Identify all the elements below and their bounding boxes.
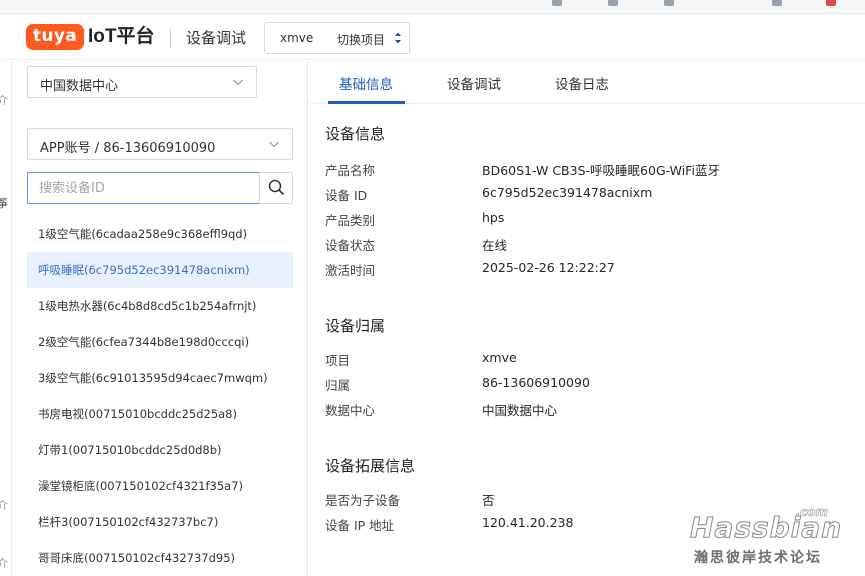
app-header: tuya IoT平台 设备调试 xmve 切换项目 xyxy=(0,14,865,60)
toolbar-icon[interactable] xyxy=(772,0,782,6)
datacenter-select[interactable]: 中国数据中心 xyxy=(27,66,257,98)
device-list-item[interactable]: 哥哥床底(007150102cf432737d95) xyxy=(27,540,293,576)
device-detail-panel: 基础信息 设备调试 设备日志 设备信息 产品名称 BD60S1-W CB3S-呼… xyxy=(309,60,865,576)
info-value: hps xyxy=(482,210,505,225)
info-value: 否 xyxy=(482,493,495,508)
account-select[interactable]: APP账号 / 86-13606910090 xyxy=(27,128,293,160)
device-list-item[interactable]: 1级电热水器(6c4b8d8cd5c1b254afrnjt) xyxy=(27,288,293,324)
toolbar-icon[interactable] xyxy=(664,0,674,6)
info-row-datacenter: 数据中心 中国数据中心 xyxy=(325,400,845,420)
device-search-field[interactable] xyxy=(27,172,260,204)
top-toolbar-strip xyxy=(0,0,865,14)
notification-icon[interactable] xyxy=(826,0,836,6)
info-value: 2025-02-26 12:22:27 xyxy=(482,260,615,275)
info-row-device-id: 设备 ID 6c795d52ec391478acnixm xyxy=(325,185,845,205)
info-key: 设备 IP 地址 xyxy=(325,518,395,533)
active-tab-indicator xyxy=(328,101,405,104)
info-key: 激活时间 xyxy=(325,263,376,278)
info-key: 归属 xyxy=(325,378,351,393)
page-title: 设备调试 xyxy=(186,29,247,47)
tab-device-debug[interactable]: 设备调试 xyxy=(447,73,501,93)
device-list-item-selected[interactable]: 呼吸睡眠(6c795d52ec391478acnixm) xyxy=(27,252,293,288)
edge-glyph: 筝 xyxy=(0,197,8,210)
info-value: 中国数据中心 xyxy=(482,403,558,418)
tab-basic-info[interactable]: 基础信息 xyxy=(339,73,393,93)
info-key: 产品类别 xyxy=(325,213,376,228)
chevron-down-icon xyxy=(269,141,279,148)
project-name: xmve xyxy=(280,31,314,45)
info-value: 6c795d52ec391478acnixm xyxy=(482,185,653,200)
device-list-item[interactable]: 灯带1(00715010bcddc25d0d8b) xyxy=(27,432,293,468)
device-search-input[interactable] xyxy=(28,173,259,203)
info-key: 是否为子设备 xyxy=(325,493,401,508)
device-list-item[interactable]: 1级空气能(6cadaa258e9c368effl9qd) xyxy=(27,216,293,252)
platform-name: IoT平台 xyxy=(88,26,155,47)
project-switcher[interactable]: xmve 切换项目 xyxy=(264,22,410,54)
info-value: 86-13606910090 xyxy=(482,375,590,390)
info-row-activation-time: 激活时间 2025-02-26 12:22:27 xyxy=(325,260,845,280)
info-key: 设备状态 xyxy=(325,238,376,253)
device-list-item[interactable]: 澡堂镜柜底(007150102cf4321f35a7) xyxy=(27,468,293,504)
section-title-ownership: 设备归属 xyxy=(325,317,386,335)
edge-glyph: 介 xyxy=(0,499,8,512)
datacenter-value: 中国数据中心 xyxy=(40,79,119,94)
edge-glyph: 介 xyxy=(0,94,8,107)
chevron-down-icon xyxy=(233,79,243,86)
search-icon xyxy=(268,179,284,195)
account-value: APP账号 / 86-13606910090 xyxy=(40,141,216,156)
device-sidebar: 中国数据中心 APP账号 / 86-13606910090 1级空气能(6cad… xyxy=(12,60,308,576)
up-down-caret-icon xyxy=(395,32,401,44)
tuya-logo[interactable]: tuya xyxy=(26,24,84,50)
info-row-owner: 归属 86-13606910090 xyxy=(325,375,845,395)
edge-glyph: 介 xyxy=(0,557,8,570)
device-debug-page: tuya IoT平台 设备调试 xmve 切换项目 介 筝 介 介 中国数据中心… xyxy=(0,0,865,576)
device-list: 1级空气能(6cadaa258e9c368effl9qd) 呼吸睡眠(6c795… xyxy=(27,216,293,576)
info-row-project: 项目 xmve xyxy=(325,350,845,370)
watermark-name: Hassbian xyxy=(689,511,843,545)
collapsed-side-edge: 介 筝 介 介 xyxy=(0,60,12,576)
tab-device-log[interactable]: 设备日志 xyxy=(555,73,609,93)
device-list-item[interactable]: 栏杆3(007150102cf432737bc7) xyxy=(27,504,293,540)
info-key: 数据中心 xyxy=(325,403,376,418)
info-row-product-name: 产品名称 BD60S1-W CB3S-呼吸睡眠60G-WiFi蓝牙 xyxy=(325,160,845,180)
device-list-item[interactable]: 书房电视(00715010bcddc25d25a8) xyxy=(27,396,293,432)
hassbian-watermark: .com Hassbian 瀚思彼岸技术论坛 xyxy=(689,505,850,566)
info-key: 项目 xyxy=(325,353,351,368)
info-key: 产品名称 xyxy=(325,163,376,178)
search-button[interactable] xyxy=(259,172,293,204)
toolbar-icon[interactable] xyxy=(552,0,562,6)
info-row-device-status: 设备状态 在线 xyxy=(325,235,845,255)
device-list-item[interactable]: 2级空气能(6cfea7344b8e198d0cccqi) xyxy=(27,324,293,360)
detail-tabs: 基础信息 设备调试 设备日志 xyxy=(309,60,865,104)
device-list-item[interactable]: 3级空气能(6c91013595d94caec7mwqm) xyxy=(27,360,293,396)
section-title-extended-info: 设备拓展信息 xyxy=(325,457,416,475)
status-value: 在线 xyxy=(482,238,508,253)
info-row-product-category: 产品类别 hps xyxy=(325,210,845,230)
watermark-cn: 瀚思彼岸技术论坛 xyxy=(694,550,822,566)
switch-project-label: 切换项目 xyxy=(337,33,386,47)
header-divider xyxy=(170,29,171,47)
info-value: BD60S1-W CB3S-呼吸睡眠60G-WiFi蓝牙 xyxy=(482,163,720,178)
info-value: 120.41.20.238 xyxy=(482,515,574,530)
section-title-device-info: 设备信息 xyxy=(325,125,386,143)
info-key: 设备 ID xyxy=(325,188,368,203)
toolbar-icon[interactable] xyxy=(608,0,618,6)
info-value: xmve xyxy=(482,350,517,365)
